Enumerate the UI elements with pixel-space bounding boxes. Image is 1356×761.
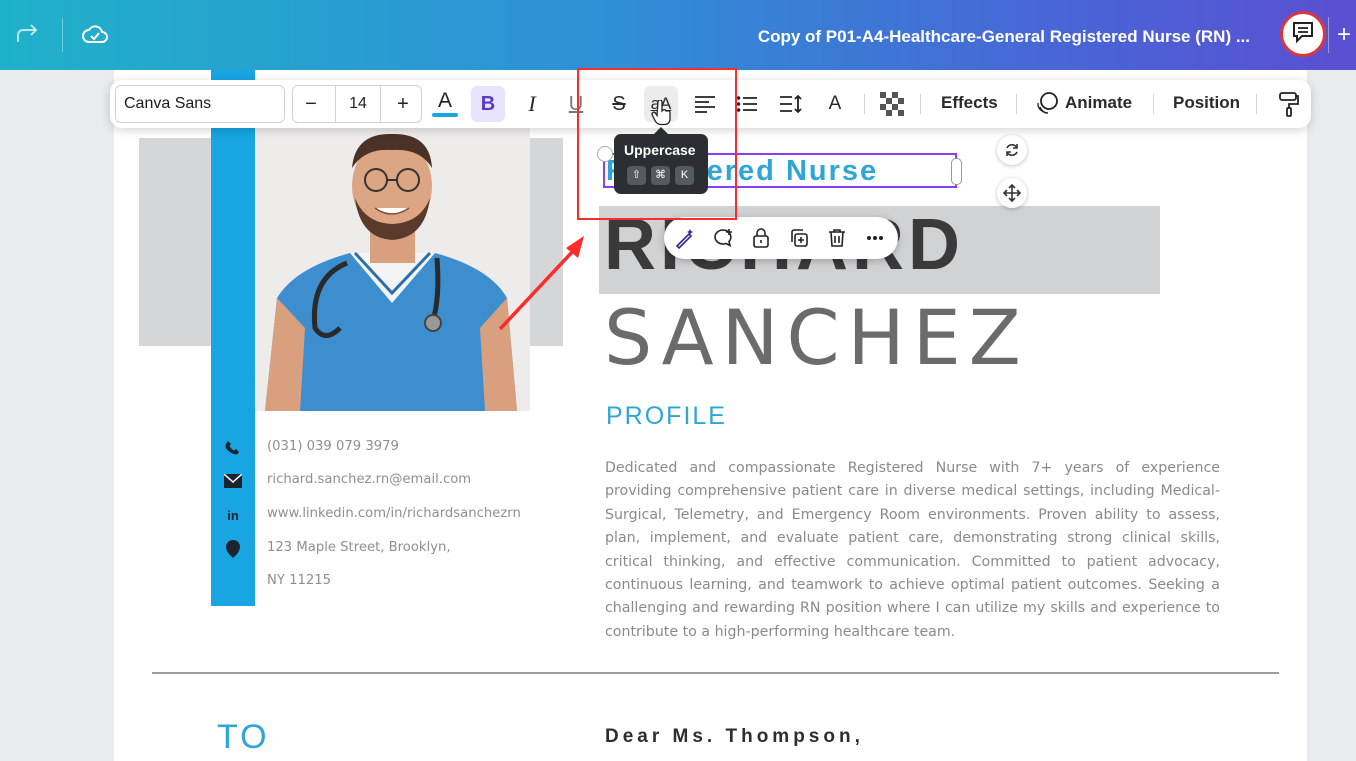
plus-icon[interactable]: + [1328,17,1356,53]
linkedin-icon: in [227,507,239,523]
toolbar-separator [1256,94,1257,114]
effects-button[interactable]: Effects [941,93,998,113]
magic-edit-icon[interactable] [670,223,700,253]
lock-icon[interactable] [746,223,776,253]
line-spacing-icon [780,94,802,114]
font-size-stepper: − 14 + [292,85,422,123]
toolbar-separator [1153,94,1154,114]
font-family-dropdown[interactable]: Canva Sans [115,85,285,123]
bold-icon: B [480,92,496,115]
selection-handle-right[interactable] [951,158,962,185]
italic-button[interactable]: I [515,86,549,122]
copy-style-button[interactable] [1272,86,1306,122]
font-size-input[interactable]: 14 [335,86,381,122]
decrease-font-size-button[interactable]: − [295,86,327,122]
position-button[interactable]: Position [1173,93,1240,113]
text-color-icon: A [438,89,453,112]
line-spacing-button[interactable] [774,86,808,122]
redo-icon[interactable] [12,20,42,50]
rotate-icon[interactable] [997,135,1027,165]
transparency-button[interactable] [875,86,909,122]
last-name[interactable]: SANCHEZ [604,293,1029,382]
toolbar-separator [1016,94,1017,114]
email-text: richard.sanchez.rn@email.com [267,472,472,487]
text-color-button[interactable]: A [428,86,462,122]
email-icon [222,470,244,492]
phone-text: (031) 039 079 3979 [267,439,399,454]
move-icon[interactable] [997,178,1027,208]
transparency-icon [880,92,904,116]
linkedin-text: www.linkedin.com/in/richardsanchezrn [267,506,521,521]
more-options-icon[interactable] [860,223,890,253]
increase-font-size-button[interactable]: + [387,86,419,122]
document-title[interactable]: Copy of P01-A4-Healthcare-General Regist… [720,27,1250,47]
trash-icon[interactable] [822,223,852,253]
address-line1: 123 Maple Street, Brooklyn, [267,540,451,555]
bullet-list-icon [736,96,757,112]
comment-icon [1290,19,1316,50]
toolbar-separator [864,94,865,114]
profile-heading[interactable]: PROFILE [606,402,727,431]
to-heading[interactable]: TO [217,718,270,757]
element-quick-actions [664,217,898,259]
section-divider [152,672,1279,674]
profile-paragraph[interactable]: Dedicated and compassionate Registered N… [605,457,1220,644]
phone-icon [222,437,244,459]
bold-button[interactable]: B [471,86,505,122]
toolbar-separator [920,94,921,114]
topbar-separator [62,18,63,52]
text-spacing-icon: A [828,93,842,114]
comment-add-icon[interactable] [708,223,738,253]
animate-button[interactable]: Animate [1065,93,1132,113]
duplicate-icon[interactable] [784,223,814,253]
comment-button[interactable] [1280,11,1326,57]
top-bar: Copy of P01-A4-Healthcare-General Regist… [0,0,1356,70]
paint-roller-icon [1279,92,1299,117]
italic-icon: I [528,91,536,116]
text-color-swatch [432,113,458,117]
text-spacing-button[interactable]: A [818,86,852,122]
salutation[interactable]: Dear Ms. Thompson, [605,726,864,748]
address-line2: NY 11215 [267,573,332,588]
location-pin-icon [222,538,244,560]
animate-icon[interactable] [1035,91,1059,120]
profile-photo[interactable] [255,128,530,411]
annotation-highlight-box [577,68,737,220]
cloud-saved-icon[interactable] [80,20,110,50]
